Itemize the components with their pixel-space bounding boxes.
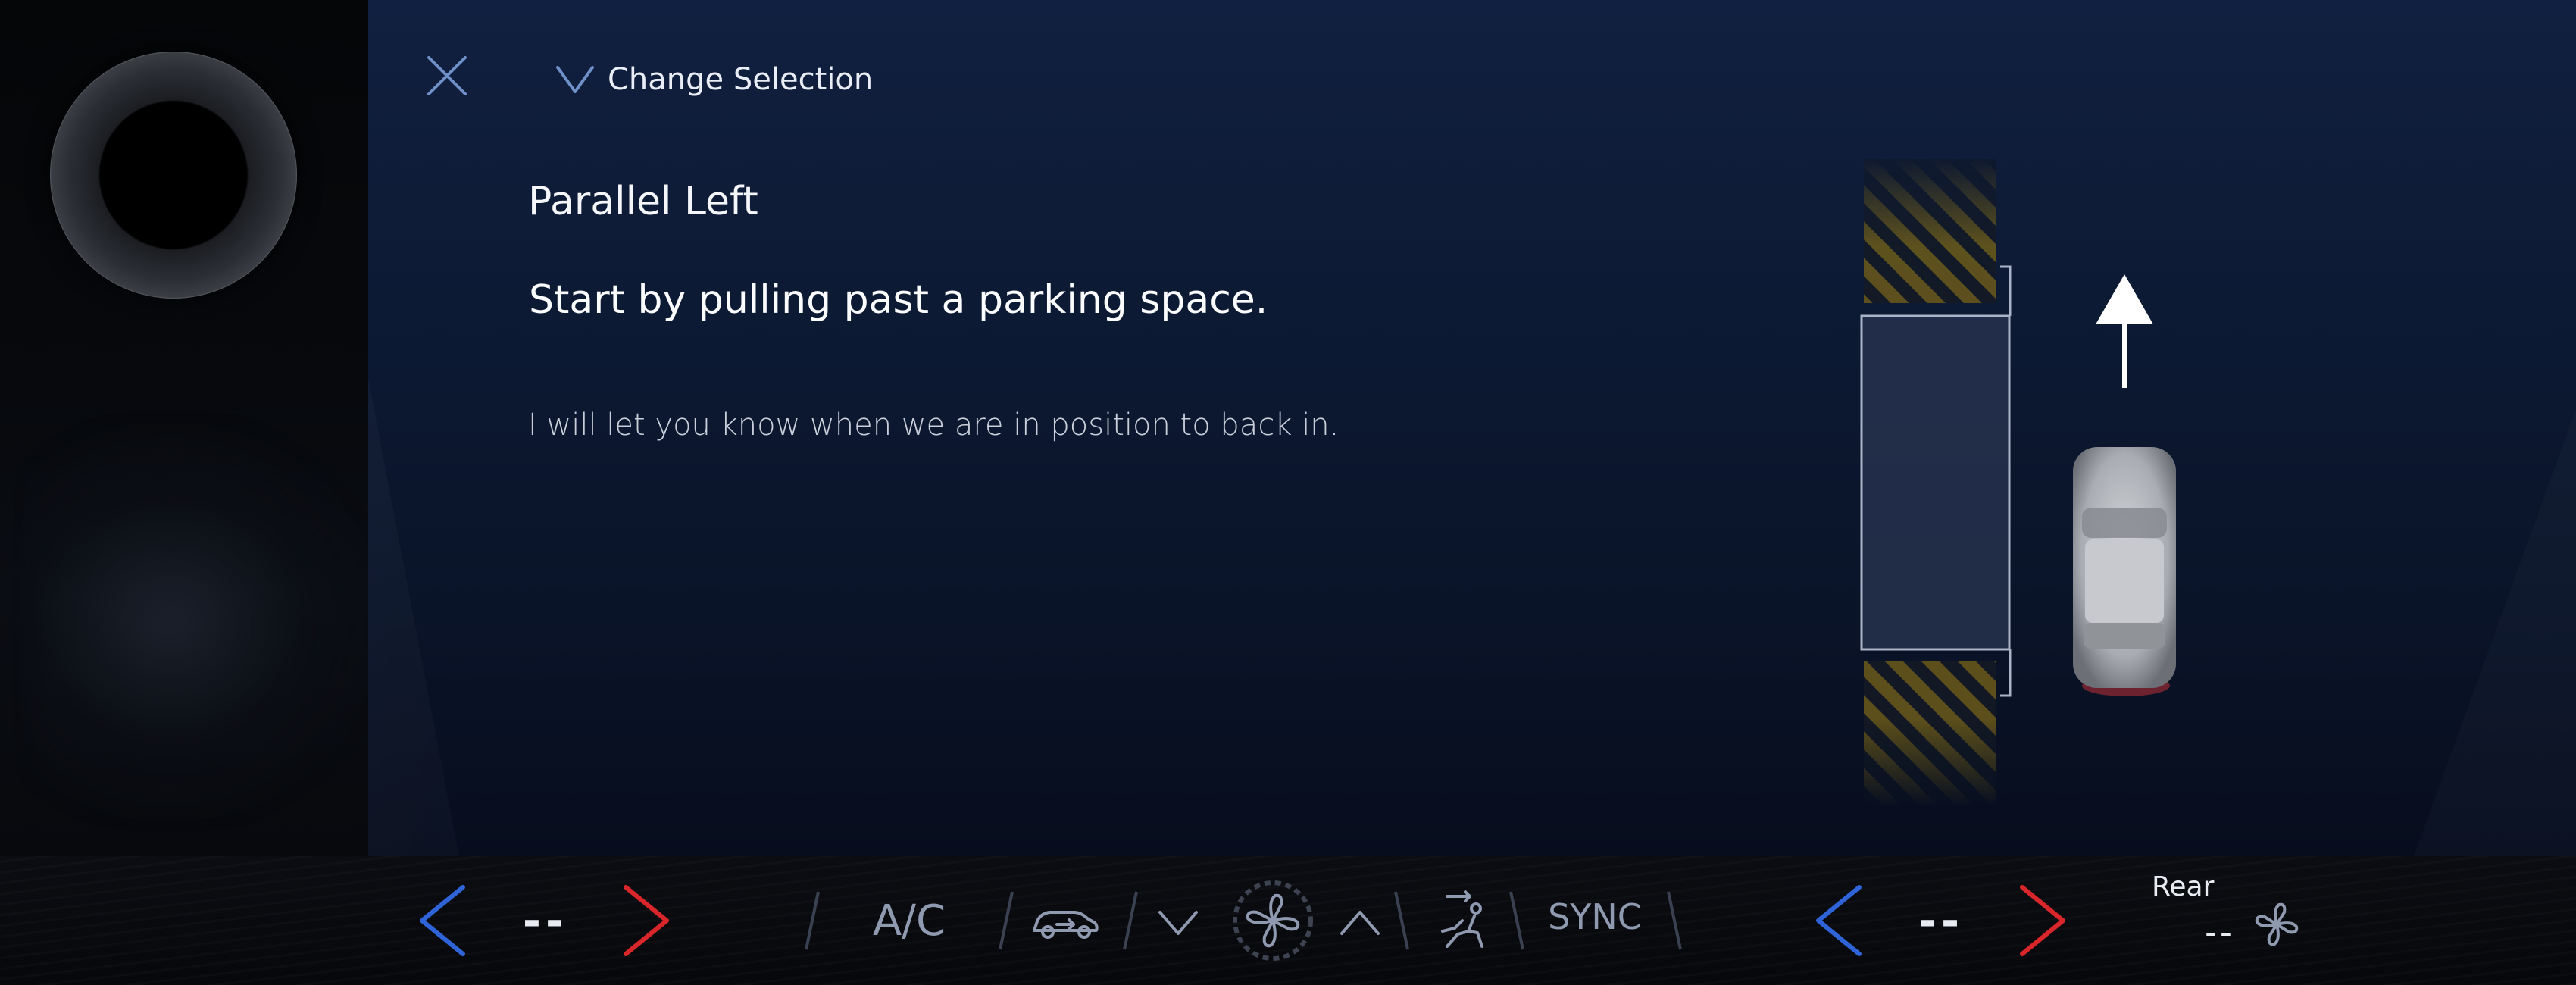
chevron-up-icon <box>1340 911 1380 935</box>
sync-button[interactable]: SYNC <box>1538 886 1652 947</box>
recirculation-icon <box>1033 911 1099 939</box>
fan-speed-down-button[interactable] <box>1155 900 1201 946</box>
vehicle-icon <box>2073 447 2176 696</box>
rear-fan-button[interactable] <box>2246 894 2307 955</box>
fan-icon <box>2255 902 2299 946</box>
fan-speed-indicator <box>1227 875 1318 966</box>
change-selection-button[interactable]: Change Selection <box>553 53 873 106</box>
divider <box>1667 891 1682 950</box>
airflow-mode-button[interactable] <box>1428 886 1496 955</box>
divider <box>1394 891 1409 950</box>
parking-diagram <box>1860 159 2176 805</box>
chevron-left-icon <box>1816 885 1862 956</box>
page-title: Parallel Left <box>528 179 758 224</box>
guidance-text: I will let you know when we are in posit… <box>528 408 1340 442</box>
close-button[interactable] <box>424 53 470 98</box>
rear-climate-label: Rear <box>2152 871 2215 902</box>
passenger-temp-value: -- <box>1918 895 1965 946</box>
fan-icon <box>1233 880 1313 961</box>
driver-temp-value: -- <box>522 895 569 946</box>
chevron-down-icon <box>1158 911 1198 935</box>
chevron-right-icon <box>624 885 669 956</box>
parking-space <box>1860 314 2011 651</box>
change-selection-label: Change Selection <box>608 62 874 97</box>
fan-speed-up-button[interactable] <box>1337 900 1383 946</box>
driver-temp-up-button[interactable] <box>615 883 676 958</box>
parking-hatch-icon <box>1864 159 1996 303</box>
passenger-temp-down-button[interactable] <box>1809 883 1870 958</box>
instruction-text: Start by pulling past a parking space. <box>529 277 1268 323</box>
driver-temp-down-button[interactable] <box>413 883 474 958</box>
background-blur <box>30 424 368 818</box>
seat-airflow-icon <box>1441 890 1483 948</box>
forward-arrow-icon <box>2096 274 2153 388</box>
divider <box>1123 891 1138 950</box>
divider <box>1509 891 1524 950</box>
rear-fan-value: -- <box>2205 912 2235 952</box>
parking-hatch-icon <box>1864 661 1996 805</box>
close-icon <box>427 56 467 95</box>
left-column <box>0 0 368 985</box>
divider <box>805 891 820 950</box>
divider <box>999 891 1014 950</box>
chevron-right-icon <box>2020 885 2065 956</box>
chevron-down-icon <box>556 66 594 93</box>
chevron-left-icon <box>420 885 465 956</box>
rotary-knob[interactable] <box>50 52 297 299</box>
passenger-temp-up-button[interactable] <box>2012 883 2072 958</box>
recirculation-button[interactable] <box>1023 893 1106 953</box>
ac-button[interactable]: A/C <box>841 886 977 955</box>
